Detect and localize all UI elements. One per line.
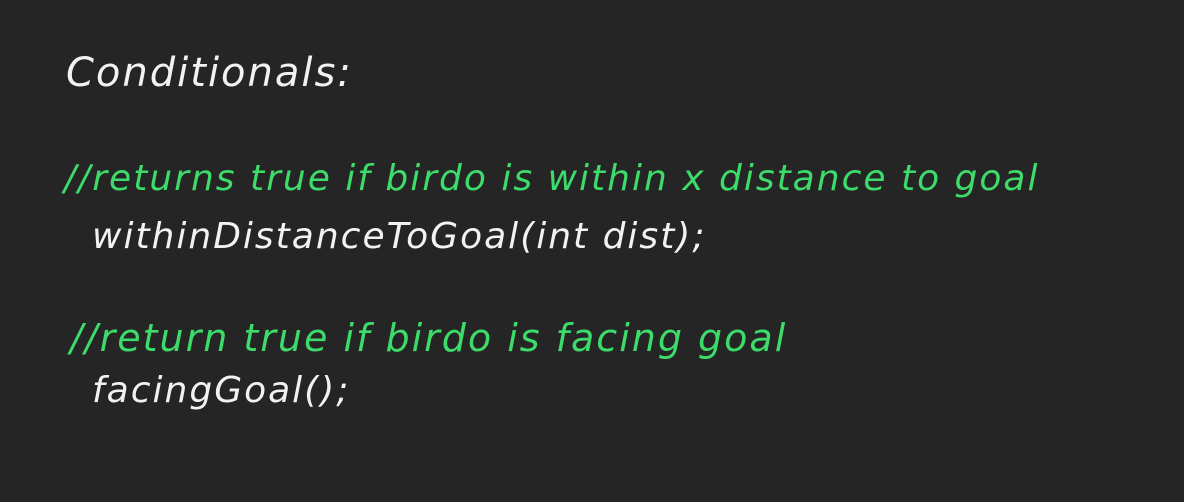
- handwritten-notes-canvas: Conditionals: //returns true if birdo is…: [0, 0, 1184, 502]
- notes-heading: Conditionals:: [66, 50, 353, 96]
- code-comment-facing-goal: //return true if birdo is facing goal: [70, 316, 788, 360]
- code-line-within-distance: withinDistanceToGoal(int dist);: [92, 216, 707, 257]
- code-comment-within-distance: //returns true if birdo is within x dist…: [64, 158, 1040, 199]
- code-line-facing-goal: facingGoal();: [92, 370, 351, 411]
